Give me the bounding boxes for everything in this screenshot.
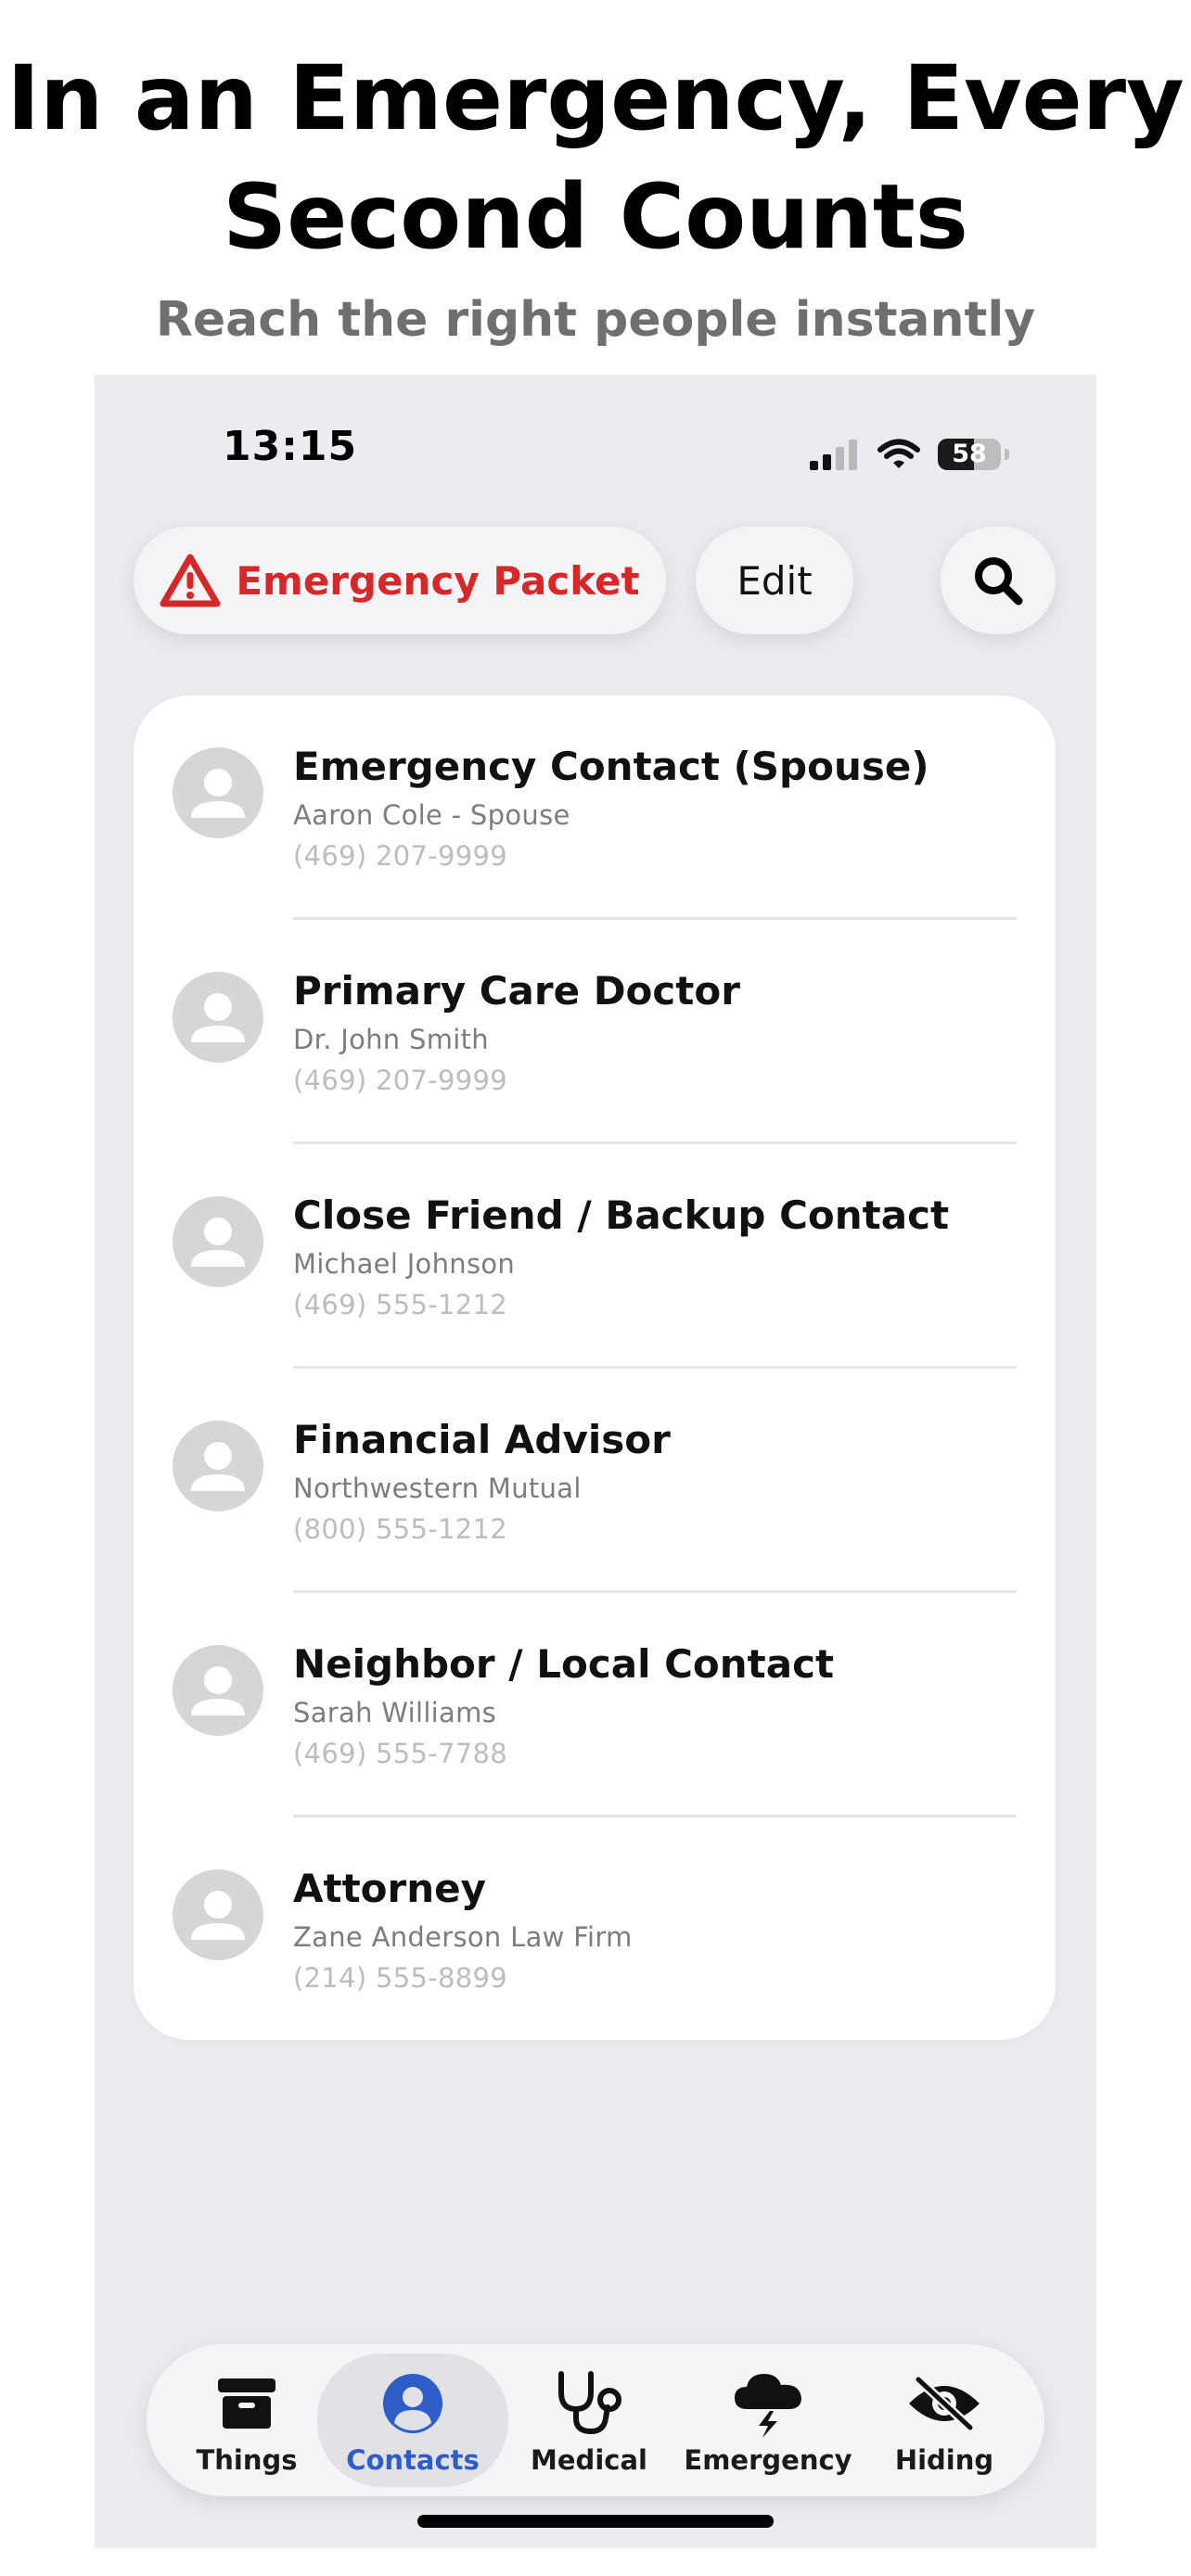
person-silhouette-icon [191, 993, 245, 1042]
tab-bar: Things Contacts Medical Emergency Hiding [147, 2344, 1044, 2496]
contact-phone: (214) 555-8899 [293, 1962, 508, 1994]
contact-title: Primary Care Doctor [293, 968, 740, 1014]
contact-phone: (469) 207-9999 [293, 840, 508, 872]
contact-name: Dr. John Smith [293, 1024, 489, 1055]
avatar [173, 1421, 263, 1511]
person-silhouette-icon [191, 1666, 245, 1715]
status-icons: 58 [810, 438, 1009, 471]
person-silhouette-icon [191, 769, 245, 818]
avatar [173, 1645, 263, 1736]
avatar [173, 1869, 263, 1960]
tab-label: Medical [531, 2444, 647, 2476]
tab-label: Hiding [894, 2444, 994, 2476]
cellular-signal-icon [810, 440, 857, 470]
contact-title: Financial Advisor [293, 1417, 671, 1462]
battery-percent: 58 [952, 440, 987, 468]
tab-contacts[interactable]: Contacts [317, 2353, 508, 2487]
person-silhouette-icon [191, 1218, 245, 1267]
contact-name: Sarah Williams [293, 1697, 497, 1728]
stethoscope-icon [552, 2366, 626, 2441]
edit-button[interactable]: Edit [696, 527, 853, 634]
contact-phone: (469) 207-9999 [293, 1065, 508, 1096]
contact-row[interactable]: Financial Advisor Northwestern Mutual (8… [134, 1369, 1056, 1593]
person-circle-icon [382, 2366, 443, 2441]
marketing-headline: In an Emergency, Every Second Counts [0, 39, 1191, 276]
home-indicator[interactable] [417, 2515, 774, 2528]
person-silhouette-icon [191, 1442, 245, 1491]
contact-phone: (469) 555-7788 [293, 1738, 508, 1769]
avatar [173, 1196, 263, 1287]
contact-title: Attorney [293, 1866, 486, 1911]
battery-icon: 58 [938, 439, 1001, 470]
contact-name: Zane Anderson Law Firm [293, 1921, 633, 1953]
headline-line-1: In an Emergency, Every [6, 46, 1185, 150]
battery-cap [1005, 449, 1009, 460]
contact-row[interactable]: Close Friend / Backup Contact Michael Jo… [134, 1144, 1056, 1369]
contact-name: Aaron Cole - Spouse [293, 799, 570, 831]
contact-phone: (800) 555-1212 [293, 1513, 508, 1545]
contact-title: Close Friend / Backup Contact [293, 1192, 950, 1238]
phone-screen: 13:15 58 Emergency Packet Edit Emergency… [95, 375, 1096, 2548]
headline-line-2: Second Counts [223, 165, 968, 269]
emergency-packet-label: Emergency Packet [236, 557, 640, 604]
warning-triangle-icon [160, 554, 221, 607]
tab-medical[interactable]: Medical [510, 2353, 668, 2487]
avatar [173, 747, 263, 838]
tab-label: Things [196, 2444, 298, 2476]
tab-hiding[interactable]: Hiding [870, 2353, 1018, 2487]
search-button[interactable] [941, 527, 1056, 634]
contacts-list: Emergency Contact (Spouse) Aaron Cole - … [134, 695, 1056, 2040]
person-silhouette-icon [191, 1891, 245, 1940]
emergency-packet-button[interactable]: Emergency Packet [134, 527, 666, 634]
wifi-icon [877, 439, 920, 468]
eye-slash-icon [905, 2366, 983, 2441]
contact-name: Northwestern Mutual [293, 1473, 582, 1504]
archive-box-icon [216, 2366, 277, 2441]
tab-emergency[interactable]: Emergency [675, 2353, 861, 2487]
contact-row[interactable]: Attorney Zane Anderson Law Firm (214) 55… [134, 1817, 1056, 2042]
contact-row[interactable]: Neighbor / Local Contact Sarah Williams … [134, 1593, 1056, 1817]
contact-title: Neighbor / Local Contact [293, 1641, 835, 1687]
tab-things[interactable]: Things [173, 2353, 321, 2487]
contact-phone: (469) 555-1212 [293, 1289, 508, 1320]
contact-row[interactable]: Emergency Contact (Spouse) Aaron Cole - … [134, 695, 1056, 920]
search-icon [975, 557, 1023, 606]
status-time: 13:15 [223, 423, 358, 470]
contact-title: Emergency Contact (Spouse) [293, 744, 929, 789]
contact-name: Michael Johnson [293, 1248, 516, 1280]
marketing-subhead: Reach the right people instantly [155, 292, 1036, 348]
storm-cloud-icon [731, 2366, 805, 2441]
avatar [173, 972, 263, 1063]
contact-row[interactable]: Primary Care Doctor Dr. John Smith (469)… [134, 920, 1056, 1144]
tab-label: Emergency [684, 2444, 852, 2476]
tab-label: Contacts [346, 2444, 480, 2476]
